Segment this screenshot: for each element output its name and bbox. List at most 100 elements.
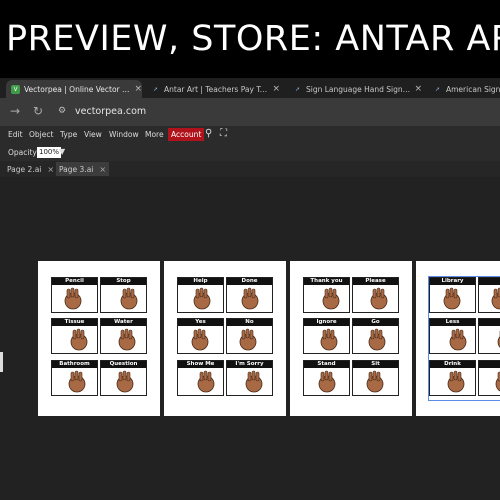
menu-type[interactable]: Type [60, 130, 77, 139]
dropdown-arrow-icon[interactable]: ▼ [59, 147, 65, 156]
tpt-icon: ➚ [152, 85, 159, 93]
browser-tab-american-sign[interactable]: ➚ American Sign La [428, 80, 500, 98]
doc-tab-page-3[interactable]: Page 3.ai × [56, 162, 110, 176]
hand-sign-icon [227, 369, 272, 395]
menu-view[interactable]: View [84, 130, 102, 139]
url-field[interactable]: vectorpea.com [75, 106, 146, 117]
sign-card[interactable]: Pencil [51, 277, 98, 313]
sign-card[interactable]: Stop [100, 277, 147, 313]
sign-card-label: Water [101, 319, 146, 326]
sign-card-label: Please [353, 278, 398, 285]
sign-card[interactable]: Please [352, 277, 399, 313]
doc-tab-page-2[interactable]: Page 2.ai × [4, 162, 57, 176]
browser-tab-sign-language[interactable]: ➚ Sign Language Hand Signals Cl × [288, 80, 422, 98]
address-bar: → ↻ ⚙ vectorpea.com [0, 98, 500, 126]
hand-sign-icon [178, 286, 223, 312]
close-icon[interactable]: × [134, 84, 142, 94]
menu-object[interactable]: Object [29, 130, 53, 139]
document-page[interactable]: Help Done Yes No Show Me I'm Sorry [164, 261, 286, 416]
hand-sign-icon [304, 327, 349, 353]
canvas-workspace[interactable]: Pencil Stop Tissue Water Bathroom Question Hel… [0, 177, 500, 500]
sign-card-label: Thank you [304, 278, 349, 285]
sign-card-label: Done [227, 278, 272, 285]
hand-sign-icon [227, 327, 272, 353]
fullscreen-icon[interactable]: ⛶ [220, 128, 227, 139]
sign-card[interactable]: I'm Sorry [226, 360, 273, 396]
document-page[interactable]: Thank you Please Ignore Go Stand Sit [290, 261, 412, 416]
hand-sign-icon [101, 369, 146, 395]
tab-title: Sign Language Hand Signals Cl [306, 84, 410, 94]
account-button[interactable]: Account [168, 128, 205, 141]
opacity-label: Opacity: [8, 148, 39, 157]
reload-icon[interactable]: ↻ [33, 104, 43, 118]
forward-icon[interactable]: → [10, 104, 20, 118]
sign-card[interactable]: Bathroom [51, 360, 98, 396]
menu-window[interactable]: Window [109, 130, 139, 139]
sign-card-label: I'm Sorry [227, 361, 272, 368]
browser-tab-antar-art[interactable]: ➚ Antar Art | Teachers Pay Teache × [146, 80, 280, 98]
sign-card[interactable]: Help [177, 277, 224, 313]
sign-card-label: Go [353, 319, 398, 326]
tab-title: American Sign La [446, 84, 500, 94]
sign-card[interactable]: Sit [352, 360, 399, 396]
sign-card[interactable]: Question [100, 360, 147, 396]
doc-tab-label: Page 2.ai [7, 164, 42, 174]
close-icon[interactable]: × [272, 84, 280, 94]
sign-card[interactable]: Done [226, 277, 273, 313]
tpt-icon: ➚ [294, 85, 301, 93]
hand-sign-icon [353, 369, 398, 395]
hand-sign-icon [52, 327, 97, 353]
sign-card-label: Sit [353, 361, 398, 368]
sign-card-label: Question [101, 361, 146, 368]
hand-sign-icon [101, 286, 146, 312]
hand-sign-icon [101, 327, 146, 353]
sign-card[interactable]: Show Me [177, 360, 224, 396]
hand-sign-icon [304, 286, 349, 312]
site-info-icon[interactable]: ⚙ [58, 106, 66, 116]
sign-card-label: Yes [178, 319, 223, 326]
sign-card-label: Tissue [52, 319, 97, 326]
close-icon[interactable]: × [47, 165, 54, 174]
hand-sign-icon [52, 369, 97, 395]
browser-tab-vectorpea[interactable]: V Vectorpea | Online Vector Edito × [6, 80, 142, 98]
sign-card-label: Bathroom [52, 361, 97, 368]
preview-banner: PREVIEW, STORE: ANTAR ART [0, 0, 500, 78]
sign-card-label: Show Me [178, 361, 223, 368]
app-menu-bar: Edit Object Type View Window More Accoun… [0, 126, 500, 144]
sign-card-label: Pencil [52, 278, 97, 285]
browser-tab-bar: V Vectorpea | Online Vector Edito × ➚ An… [0, 78, 500, 98]
sign-card-label: Stand [304, 361, 349, 368]
search-icon[interactable]: ⚲ [205, 128, 212, 139]
close-icon[interactable]: × [99, 165, 106, 174]
close-icon[interactable]: × [414, 84, 422, 94]
document-page[interactable]: Pencil Stop Tissue Water Bathroom Question [38, 261, 160, 416]
sign-card-label: Stop [101, 278, 146, 285]
hand-sign-icon [178, 369, 223, 395]
hand-sign-icon [227, 286, 272, 312]
hand-sign-icon [353, 327, 398, 353]
hand-sign-icon [353, 286, 398, 312]
banner-text: PREVIEW, STORE: ANTAR ART [6, 19, 500, 59]
sign-card[interactable]: No [226, 318, 273, 354]
menu-edit[interactable]: Edit [8, 130, 23, 139]
hand-sign-icon [52, 286, 97, 312]
doc-tab-label: Page 3.ai [59, 164, 94, 174]
panel-edge-handle[interactable] [0, 352, 3, 372]
sign-card[interactable]: Ignore [303, 318, 350, 354]
hand-sign-icon [304, 369, 349, 395]
sign-card[interactable]: Go [352, 318, 399, 354]
options-bar: Opacity: 100% ▼ [0, 144, 500, 161]
menu-more[interactable]: More [145, 130, 164, 139]
sign-card[interactable]: Thank you [303, 277, 350, 313]
tab-title: Antar Art | Teachers Pay Teache [164, 84, 269, 94]
sign-card-label: Help [178, 278, 223, 285]
tpt-icon: ➚ [434, 85, 441, 93]
sign-card[interactable]: Yes [177, 318, 224, 354]
sign-card[interactable]: Water [100, 318, 147, 354]
selection-outline[interactable] [428, 276, 500, 401]
sign-card[interactable]: Tissue [51, 318, 98, 354]
sign-card[interactable]: Stand [303, 360, 350, 396]
sign-card-label: No [227, 319, 272, 326]
document-tabs: Page 2.ai × Page 3.ai × [0, 161, 500, 177]
opacity-input[interactable]: 100% [37, 147, 62, 158]
